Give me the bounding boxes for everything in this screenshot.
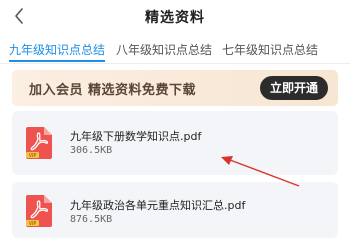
tab-grade-7[interactable]: 七年级知识点总结 bbox=[222, 41, 318, 58]
tab-grade-8[interactable]: 八年级知识点总结 bbox=[116, 41, 212, 58]
pdf-file-icon: VIP bbox=[26, 127, 52, 159]
file-size: 306.5KB bbox=[70, 145, 113, 156]
page-title: 精选资料 bbox=[145, 10, 205, 26]
vip-badge: VIP bbox=[29, 221, 37, 227]
join-now-button[interactable]: 立即开通 bbox=[259, 76, 328, 100]
file-name: 九年级下册数学知识点.pdf bbox=[70, 130, 202, 143]
file-item[interactable]: VIP 九年级政治各单元重点知识汇总.pdf 876.5KB bbox=[12, 182, 338, 238]
pdf-file-icon: VIP bbox=[26, 195, 52, 227]
active-tab-indicator bbox=[9, 60, 105, 62]
membership-banner: 加入会员 精选资料免费下载 立即开通 bbox=[12, 70, 338, 106]
tab-grade-9[interactable]: 九年级知识点总结 bbox=[9, 41, 105, 58]
file-name: 九年级政治各单元重点知识汇总.pdf bbox=[70, 199, 246, 212]
file-item[interactable]: VIP 九年级下册数学知识点.pdf 306.5KB bbox=[12, 111, 338, 175]
header-bar: 精选资料 bbox=[0, 0, 350, 34]
file-size: 876.5KB bbox=[70, 214, 113, 225]
vip-badge: VIP bbox=[29, 153, 37, 159]
banner-text: 加入会员 精选资料免费下载 bbox=[29, 83, 197, 98]
tab-bar: 九年级知识点总结 八年级知识点总结 七年级知识点总结 bbox=[0, 36, 350, 64]
